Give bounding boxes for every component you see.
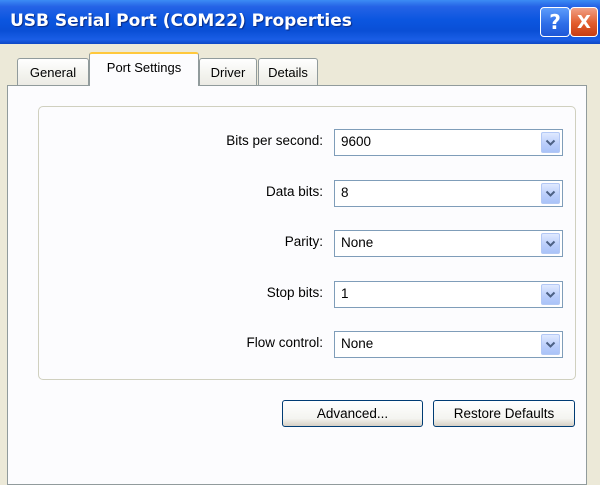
- flow-control-select[interactable]: None: [334, 331, 563, 358]
- parity-select[interactable]: None: [334, 230, 563, 257]
- help-icon: ?: [549, 10, 561, 34]
- tab-general[interactable]: General: [17, 58, 89, 85]
- window-title: USB Serial Port (COM22) Properties: [10, 11, 352, 31]
- tab-details-label: Details: [268, 64, 308, 80]
- close-button[interactable]: X: [570, 7, 598, 37]
- help-button[interactable]: ?: [540, 7, 570, 37]
- flow-control-value: None: [341, 336, 374, 351]
- stop-bits-dropdown-button[interactable]: [541, 284, 560, 305]
- advanced-button-label: Advanced...: [316, 406, 389, 421]
- port-settings-panel: Bits per second: 9600 Data bits: 8 Parit…: [7, 85, 587, 485]
- flow-control-dropdown-button[interactable]: [541, 334, 560, 355]
- chevron-down-icon: [545, 139, 556, 146]
- stop-bits-label: Stop bits:: [266, 285, 323, 300]
- advanced-button[interactable]: Advanced...: [282, 400, 423, 427]
- restore-defaults-button[interactable]: Restore Defaults: [433, 400, 575, 427]
- chevron-down-icon: [545, 190, 556, 197]
- stop-bits-select[interactable]: 1: [334, 281, 563, 308]
- tab-port-settings-label: Port Settings: [106, 60, 182, 75]
- parity-value: None: [341, 235, 374, 250]
- tab-general-label: General: [29, 64, 77, 80]
- bits-per-second-value: 9600: [341, 134, 372, 149]
- restore-defaults-button-label: Restore Defaults: [453, 406, 555, 421]
- parity-label: Parity:: [284, 234, 323, 249]
- chevron-down-icon: [545, 240, 556, 247]
- close-icon: X: [577, 11, 591, 33]
- chevron-down-icon: [545, 341, 556, 348]
- tab-port-settings[interactable]: Port Settings: [89, 52, 199, 86]
- tab-details[interactable]: Details: [258, 58, 318, 85]
- stop-bits-value: 1: [341, 286, 349, 301]
- data-bits-dropdown-button[interactable]: [541, 183, 560, 204]
- bits-per-second-dropdown-button[interactable]: [541, 132, 560, 153]
- data-bits-value: 8: [341, 185, 349, 200]
- tab-driver-label: Driver: [210, 64, 246, 80]
- data-bits-select[interactable]: 8: [334, 180, 563, 207]
- chevron-down-icon: [545, 291, 556, 298]
- title-bar[interactable]: USB Serial Port (COM22) Properties ? X: [0, 0, 600, 44]
- parity-dropdown-button[interactable]: [541, 233, 560, 254]
- flow-control-label: Flow control:: [246, 335, 323, 350]
- bits-per-second-label: Bits per second:: [226, 133, 323, 148]
- data-bits-label: Data bits:: [265, 184, 323, 199]
- tab-driver[interactable]: Driver: [199, 58, 257, 85]
- bits-per-second-select[interactable]: 9600: [334, 129, 563, 156]
